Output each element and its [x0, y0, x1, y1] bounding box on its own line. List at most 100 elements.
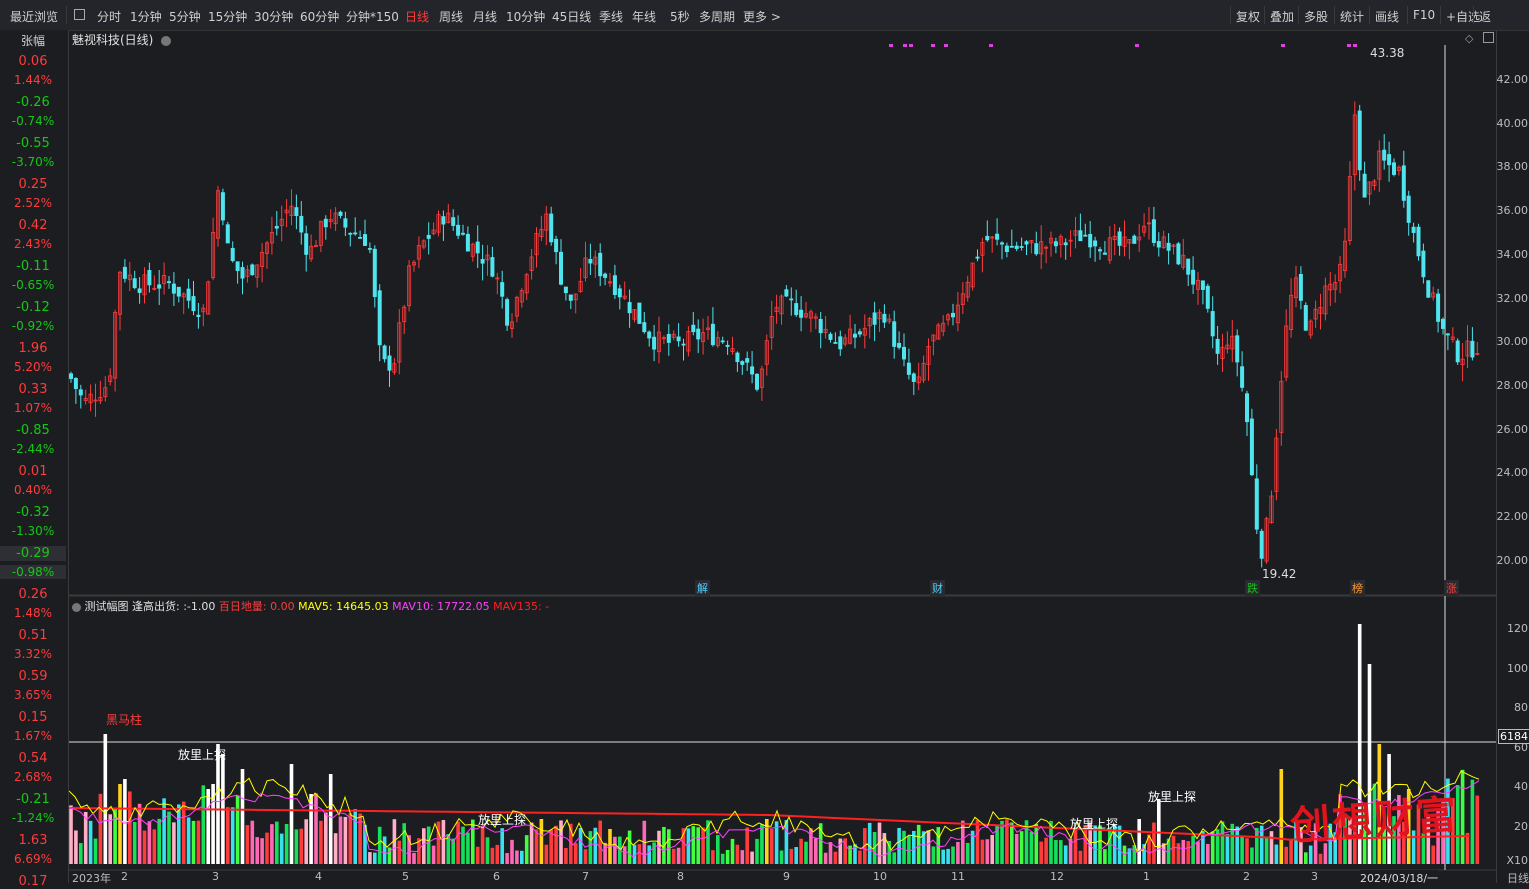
candle-body	[902, 346, 907, 360]
volume-bar	[823, 852, 828, 864]
price-tick: 28.00	[1496, 378, 1529, 392]
toolbar-right-5[interactable]: F10	[1413, 8, 1435, 22]
chart-area[interactable]	[68, 30, 1496, 883]
volume-bar	[500, 828, 504, 864]
toolbar-right-7[interactable]: 返	[1479, 8, 1491, 25]
volume-bar	[740, 850, 745, 864]
volume-bar	[637, 844, 642, 864]
volume-bar	[471, 819, 475, 864]
signal-marker	[909, 44, 913, 47]
toolbar-item-8[interactable]: 周线	[439, 8, 463, 25]
toolbar-item-10[interactable]: 10分钟	[506, 8, 545, 25]
volume-bar	[98, 793, 103, 864]
volume-bar	[892, 852, 896, 864]
toolbar-right-6[interactable]: +自选	[1446, 8, 1480, 25]
candle-body	[1382, 149, 1387, 161]
panel-toggle-icon[interactable]	[1483, 32, 1494, 43]
toolbar-right-3[interactable]: 统计	[1340, 8, 1364, 25]
recent-browse-button[interactable]: 最近浏览	[10, 8, 58, 25]
candle-body	[1254, 478, 1259, 530]
kline-volume-svg[interactable]	[68, 30, 1496, 883]
price-tick: 22.00	[1496, 510, 1529, 523]
x-axis-label: 3	[212, 870, 219, 883]
x-axis-label: 2024/03/18/一	[1360, 870, 1439, 886]
volume-bar	[74, 830, 78, 864]
toolbar-right-1[interactable]: 叠加	[1270, 8, 1294, 25]
price-tick: 42.00	[1496, 73, 1529, 86]
volume-bar	[103, 734, 108, 864]
event-tag[interactable]: 解	[695, 580, 710, 596]
toolbar-item-0[interactable]: 分时	[97, 8, 121, 25]
candle-body	[240, 267, 245, 279]
volume-bar	[755, 838, 759, 864]
candle-body	[720, 340, 725, 343]
diamond-icon[interactable]: ◇	[1465, 32, 1473, 45]
x-axis-label: 8	[677, 870, 684, 883]
volume-bar	[946, 848, 950, 864]
volume-bar	[716, 835, 720, 864]
candle-body	[220, 192, 225, 221]
volume-bar	[461, 826, 465, 864]
toolbar-item-16[interactable]: 更多 >	[743, 8, 781, 25]
candle-body	[985, 235, 990, 241]
toolbar-item-4[interactable]: 30分钟	[254, 8, 293, 25]
toolbar-item-11[interactable]: 45日线	[552, 8, 591, 25]
volume-bar	[691, 826, 696, 864]
left-row-percent: 6.69%	[13, 852, 53, 866]
candle-body	[755, 373, 760, 390]
toolbar-item-14[interactable]: 5秒	[670, 8, 690, 25]
toolbar-item-3[interactable]: 15分钟	[208, 8, 247, 25]
volume-bar	[794, 847, 798, 864]
toolbar-item-2[interactable]: 5分钟	[169, 8, 201, 25]
price-tick: 32.00	[1496, 291, 1529, 305]
volume-bar	[108, 814, 112, 864]
candle-body	[1078, 230, 1083, 242]
toolbar-right-0[interactable]: 复权	[1236, 8, 1260, 25]
event-tag[interactable]: 财	[930, 580, 945, 596]
volume-bar	[1250, 847, 1254, 864]
event-tag[interactable]: 跌	[1245, 580, 1260, 596]
left-row-value: 0.06	[18, 54, 48, 69]
left-row-percent: 0.40%	[13, 483, 53, 497]
x-axis-label: 3	[1311, 870, 1318, 883]
collapse-circle-icon[interactable]	[72, 602, 81, 612]
toolbar-item-6[interactable]: 分钟*150	[346, 8, 399, 25]
toolbar-item-1[interactable]: 1分钟	[130, 8, 162, 25]
toolbar-item-9[interactable]: 月线	[473, 8, 497, 25]
volume-bar	[1029, 831, 1034, 864]
candle-body	[78, 389, 83, 396]
toolbar-item-7[interactable]: 日线	[405, 8, 429, 25]
mav135-value: MAV135: -	[493, 600, 550, 613]
toolbar-item-5[interactable]: 60分钟	[300, 8, 339, 25]
volume-bar	[779, 850, 784, 864]
candle-body	[691, 324, 696, 333]
annotation-volume-4: 放里上探	[1148, 790, 1197, 804]
window-icon[interactable]	[74, 9, 85, 20]
candle-body	[353, 232, 358, 235]
stock-title: 魅视科技(日线)	[72, 33, 154, 47]
toolbar-item-13[interactable]: 年线	[632, 8, 656, 25]
volume-bar	[583, 849, 588, 864]
event-tag[interactable]: 涨	[1444, 580, 1459, 596]
toolbar-right-4[interactable]: 画线	[1375, 8, 1399, 25]
volume-bar	[1235, 826, 1239, 864]
candle-body	[167, 281, 172, 284]
volume-bar	[520, 850, 524, 864]
toolbar-item-12[interactable]: 季线	[599, 8, 623, 25]
volume-bar	[284, 824, 289, 864]
candle-body	[460, 232, 465, 235]
toolbar-item-15[interactable]: 多周期	[699, 8, 735, 25]
volume-bar	[534, 829, 539, 864]
volume-bar	[382, 836, 387, 864]
indicator-name[interactable]: 测试幅图	[85, 600, 129, 613]
volume-bar	[319, 820, 323, 864]
dropdown-circle-icon[interactable]	[161, 35, 172, 46]
volume-bar	[1014, 833, 1019, 864]
candle-body	[1215, 338, 1220, 354]
candle-body	[1205, 285, 1210, 309]
toolbar-right-2[interactable]: 多股	[1304, 8, 1328, 25]
volume-bar	[147, 821, 152, 864]
left-row-value: -0.21	[16, 792, 50, 807]
volume-bar	[720, 853, 725, 864]
event-tag[interactable]: 榜	[1350, 580, 1365, 596]
